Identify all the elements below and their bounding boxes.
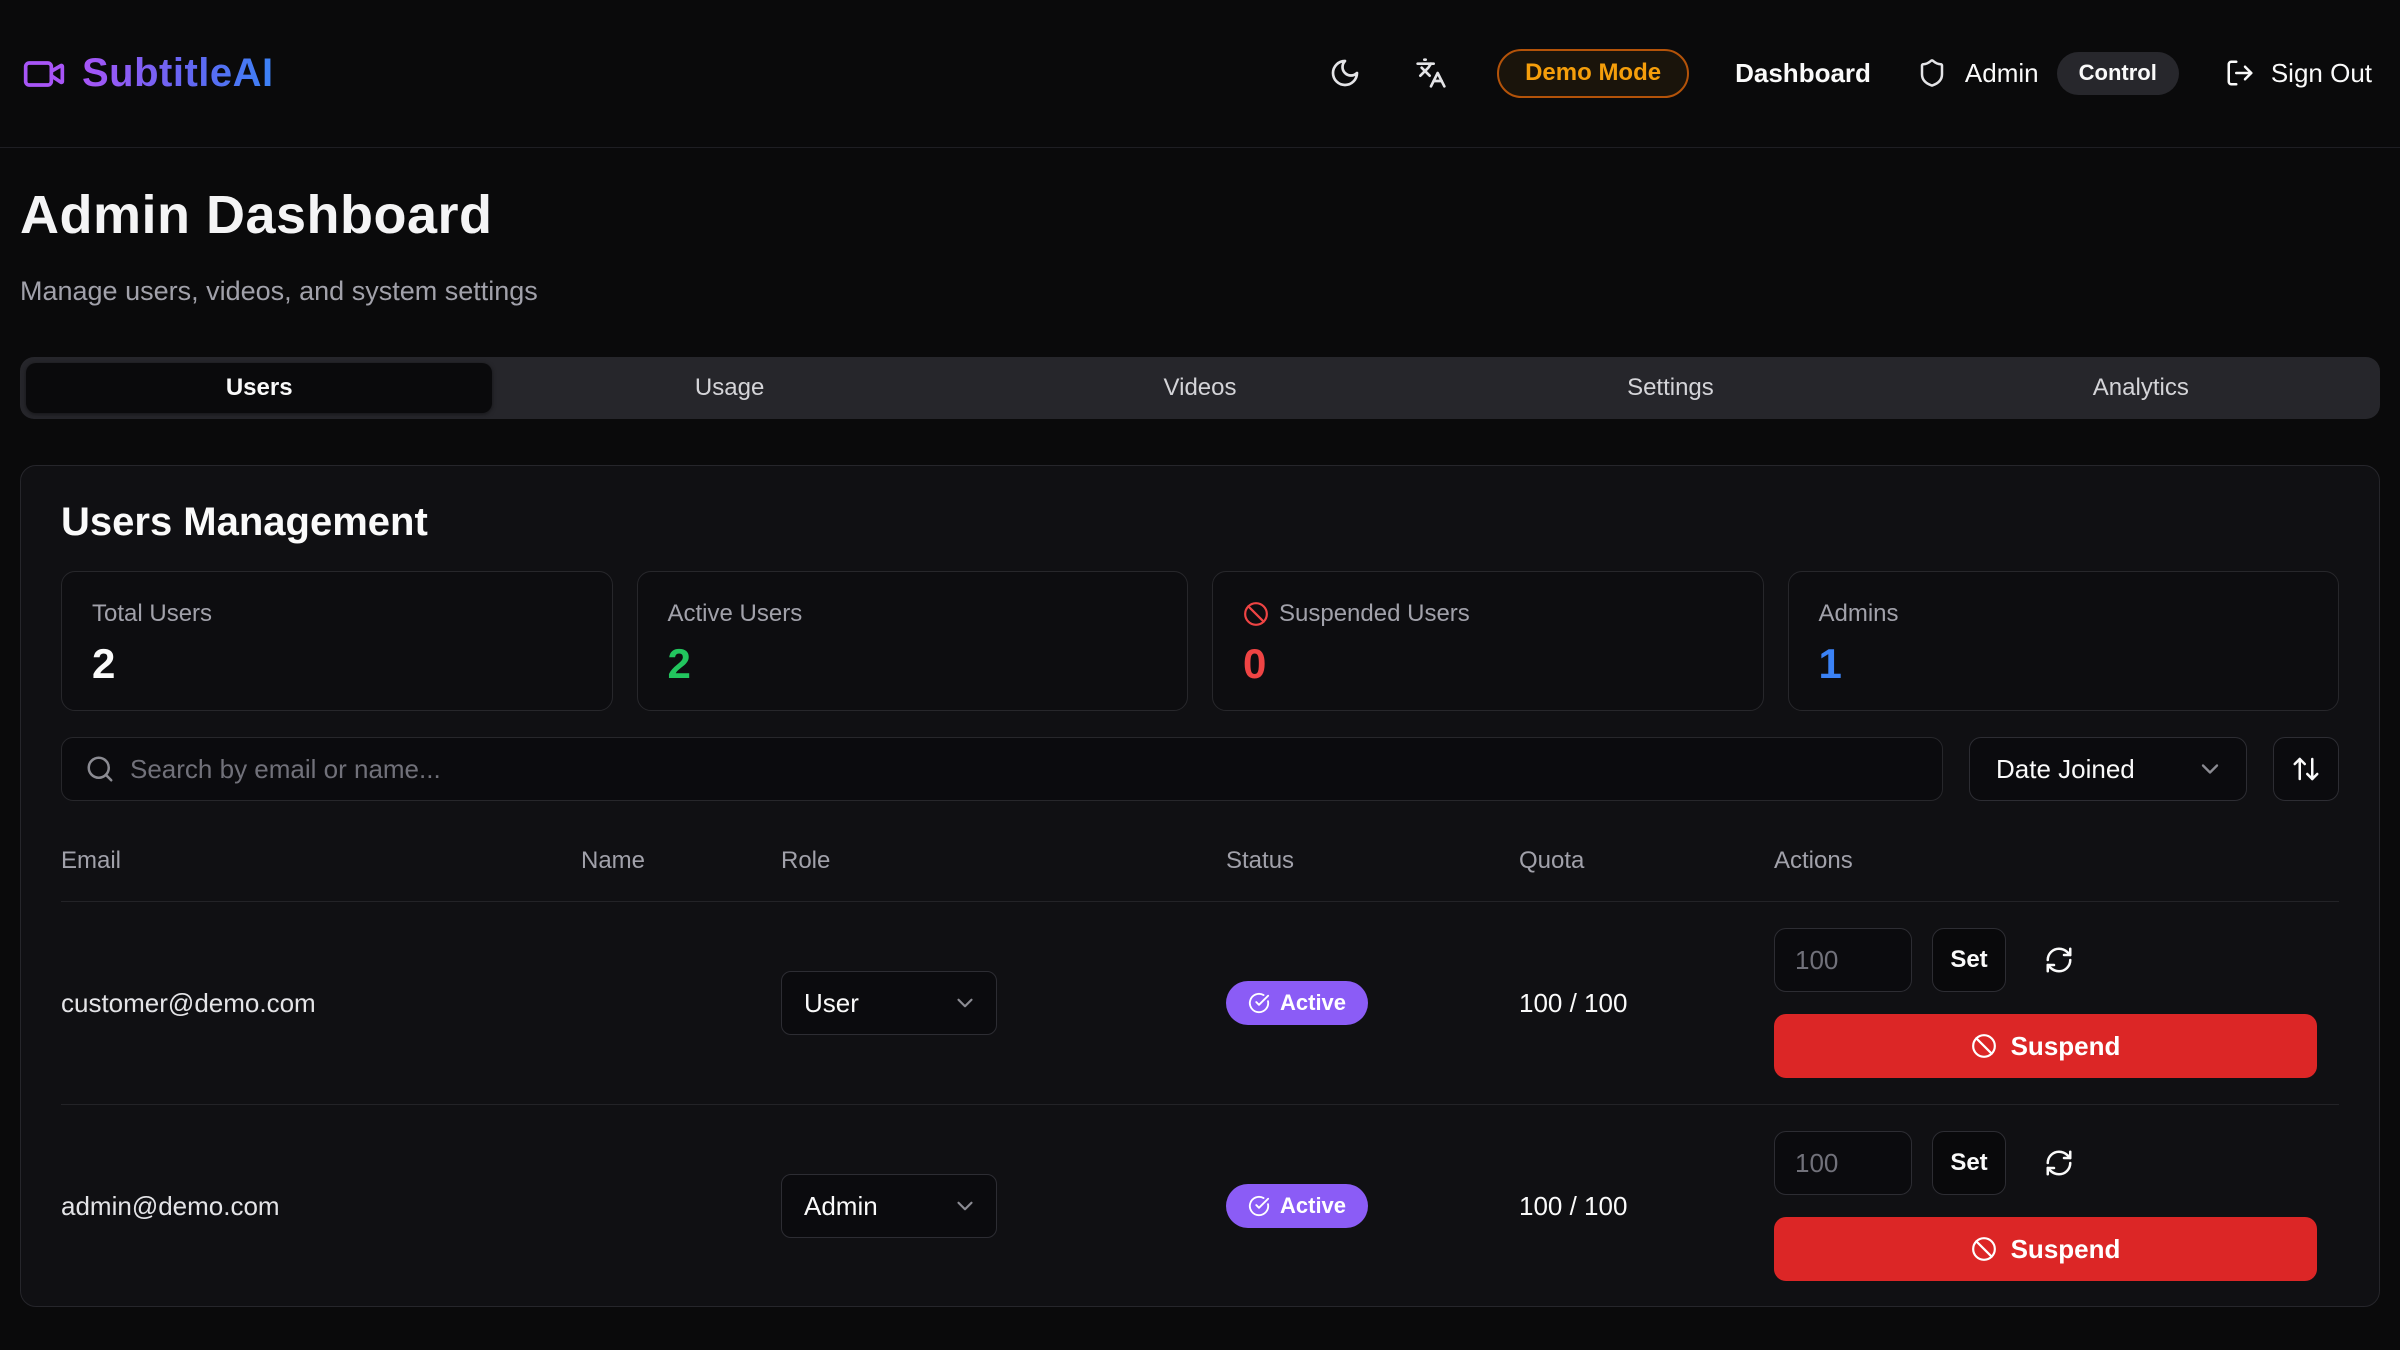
status-badge: Active <box>1226 1184 1368 1228</box>
sort-direction-button[interactable] <box>2273 737 2339 801</box>
stat-label: Active Users <box>668 600 1158 628</box>
refresh-icon <box>2044 1148 2074 1178</box>
demo-mode-badge: Demo Mode <box>1497 49 1689 98</box>
col-actions: Actions <box>1774 847 2339 875</box>
suspend-label: Suspend <box>2011 1031 2121 1062</box>
panel-title: Users Management <box>61 500 2339 545</box>
filter-row: Date Joined <box>61 737 2339 801</box>
col-email: Email <box>61 847 581 875</box>
moon-icon <box>1329 57 1361 89</box>
circle-check-icon <box>1248 1195 1270 1217</box>
status-badge: Active <box>1226 981 1368 1025</box>
role-select-value: User <box>804 988 859 1019</box>
suspend-label: Suspend <box>2011 1234 2121 1265</box>
actions-cell: Set <box>1774 928 2339 1078</box>
user-email: customer@demo.com <box>61 988 581 1019</box>
stat-card-suspended-users: Suspended Users 0 <box>1212 571 1764 711</box>
stat-value-suspended-users: 0 <box>1243 640 1733 688</box>
brand[interactable]: SubtitleAI <box>22 51 274 96</box>
shield-icon <box>1917 58 1947 88</box>
stat-card-admins: Admins 1 <box>1788 571 2340 711</box>
tab-users[interactable]: Users <box>26 363 492 413</box>
quota-value: 100 / 100 <box>1519 988 1774 1019</box>
reset-quota-button[interactable] <box>2044 1148 2074 1178</box>
video-camera-icon <box>22 52 66 96</box>
search-icon <box>85 754 115 784</box>
set-quota-button[interactable]: Set <box>1932 928 2006 992</box>
actions-cell: Set <box>1774 1131 2339 1281</box>
control-badge: Control <box>2057 52 2179 94</box>
brand-title: SubtitleAI <box>82 51 274 96</box>
chevron-down-icon <box>952 1193 978 1219</box>
col-role: Role <box>781 847 1226 875</box>
quota-input[interactable] <box>1774 928 1912 992</box>
users-table: Email Name Role Status Quota Actions cus… <box>61 847 2339 1307</box>
suspend-button[interactable]: Suspend <box>1774 1217 2317 1281</box>
col-quota: Quota <box>1519 847 1774 875</box>
quota-input[interactable] <box>1774 1131 1912 1195</box>
language-button[interactable] <box>1411 53 1451 93</box>
sign-out-button[interactable]: Sign Out <box>2225 58 2372 89</box>
status-label: Active <box>1280 1193 1346 1219</box>
circle-check-icon <box>1248 992 1270 1014</box>
set-quota-button[interactable]: Set <box>1932 1131 2006 1195</box>
top-nav: SubtitleAI Demo Mode Dashboard <box>0 0 2400 148</box>
stat-label: Total Users <box>92 600 582 628</box>
table-row: customer@demo.com User <box>61 902 2339 1105</box>
sort-field-value: Date Joined <box>1996 754 2135 785</box>
tab-videos[interactable]: Videos <box>967 363 1433 413</box>
stat-label: Suspended Users <box>1279 600 1470 628</box>
tab-usage[interactable]: Usage <box>496 363 962 413</box>
role-select-value: Admin <box>804 1191 878 1222</box>
arrow-up-down-icon <box>2291 754 2321 784</box>
log-out-icon <box>2225 58 2255 88</box>
theme-toggle-button[interactable] <box>1325 53 1365 93</box>
reset-quota-button[interactable] <box>2044 945 2074 975</box>
user-email: admin@demo.com <box>61 1191 581 1222</box>
users-management-panel: Users Management Total Users 2 Active Us… <box>20 465 2380 1307</box>
refresh-icon <box>2044 945 2074 975</box>
stat-value-total-users: 2 <box>92 640 582 688</box>
table-row: admin@demo.com Admin <box>61 1105 2339 1307</box>
languages-icon <box>1415 57 1447 89</box>
table-header: Email Name Role Status Quota Actions <box>61 847 2339 902</box>
search-wrap <box>61 737 1943 801</box>
stat-value-active-users: 2 <box>668 640 1158 688</box>
role-select[interactable]: Admin <box>781 1174 997 1238</box>
admin-label: Admin <box>1965 58 2039 89</box>
page-title: Admin Dashboard <box>20 184 2380 246</box>
stat-label: Admins <box>1819 600 2309 628</box>
role-select[interactable]: User <box>781 971 997 1035</box>
tab-analytics[interactable]: Analytics <box>1908 363 2374 413</box>
sign-out-label: Sign Out <box>2271 58 2372 89</box>
admin-role-group: Admin Control <box>1917 52 2179 94</box>
stat-value-admins: 1 <box>1819 640 2309 688</box>
chevron-down-icon <box>952 990 978 1016</box>
page-header: Admin Dashboard Manage users, videos, an… <box>0 148 2400 307</box>
page-subtitle: Manage users, videos, and system setting… <box>20 276 2380 307</box>
stat-card-active-users: Active Users 2 <box>637 571 1189 711</box>
stats-row: Total Users 2 Active Users 2 Suspended U… <box>61 571 2339 711</box>
nav-dashboard-link[interactable]: Dashboard <box>1735 58 1871 89</box>
tab-bar: Users Usage Videos Settings Analytics <box>20 357 2380 419</box>
ban-icon <box>1243 601 1269 627</box>
suspend-button[interactable]: Suspend <box>1774 1014 2317 1078</box>
status-label: Active <box>1280 990 1346 1016</box>
ban-icon <box>1971 1236 1997 1262</box>
nav-right: Demo Mode Dashboard Admin Control Sign O… <box>1325 49 2372 98</box>
stat-card-total-users: Total Users 2 <box>61 571 613 711</box>
search-input[interactable] <box>61 737 1943 801</box>
tab-settings[interactable]: Settings <box>1437 363 1903 413</box>
ban-icon <box>1971 1033 1997 1059</box>
col-name: Name <box>581 847 781 875</box>
sort-field-select[interactable]: Date Joined <box>1969 737 2247 801</box>
chevron-down-icon <box>2196 755 2224 783</box>
quota-value: 100 / 100 <box>1519 1191 1774 1222</box>
col-status: Status <box>1226 847 1519 875</box>
